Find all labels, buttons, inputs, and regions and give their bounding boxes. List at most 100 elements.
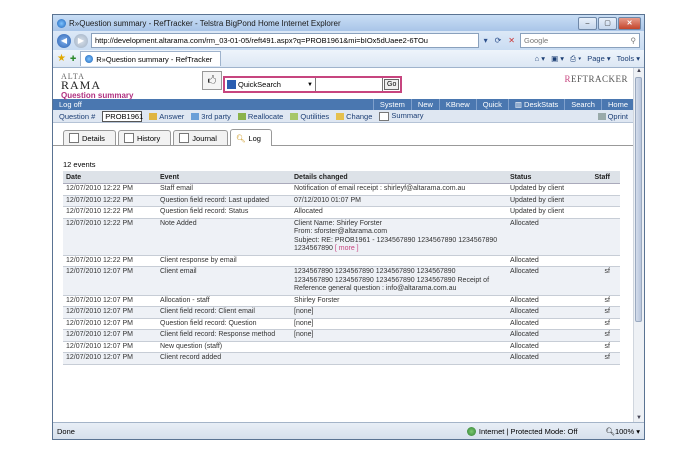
- cell-details: 07/12/2010 01:07 PM: [291, 195, 507, 207]
- security-zone[interactable]: Internet | Protected Mode: Off: [466, 426, 577, 436]
- cell-date: 12/07/2010 12:07 PM: [63, 352, 157, 365]
- nav-kbnew[interactable]: KBnew: [438, 99, 476, 110]
- reftracker-logo: REFTRACKER: [564, 74, 628, 84]
- table-row: 12/07/2010 12:07 PM Allocation - staff Shi…: [63, 295, 620, 307]
- page-menu[interactable]: Page ▾: [587, 54, 610, 64]
- cell-details: Client Name: Shirley Forster From: sfors…: [291, 218, 507, 256]
- col-staff[interactable]: Staff: [585, 171, 620, 184]
- cell-date: 12/07/2010 12:22 PM: [63, 183, 157, 196]
- cell-status: Updated by client: [507, 183, 585, 196]
- cell-staff: sf: [585, 306, 620, 319]
- zoom-control[interactable]: 🔍︎100% ▾: [605, 427, 640, 436]
- cell-staff: sf: [585, 329, 620, 342]
- col-details[interactable]: Details changed: [291, 171, 507, 184]
- nav-deskstats[interactable]: ▥ DeskStats: [507, 99, 564, 110]
- cell-details: [291, 255, 507, 267]
- stop-icon[interactable]: ✕: [506, 36, 517, 45]
- cell-details: Notification of email receipt : shirleyf…: [291, 183, 507, 196]
- close-button[interactable]: ✕: [618, 16, 641, 30]
- forward-button[interactable]: ▶: [74, 33, 88, 48]
- cell-staff: sf: [585, 352, 620, 365]
- page-title: Question summary: [61, 91, 134, 100]
- scroll-up-icon[interactable]: ▲: [634, 68, 644, 76]
- cell-staff: sf: [585, 318, 620, 330]
- cell-event: Client email: [157, 266, 291, 296]
- cell-details: Allocated: [291, 206, 507, 219]
- tab-history[interactable]: History: [117, 130, 172, 145]
- cell-date: 12/07/2010 12:07 PM: [63, 318, 157, 330]
- col-event[interactable]: Event: [157, 171, 291, 184]
- cell-staff: sf: [585, 341, 620, 353]
- cell-status: Allocated: [507, 318, 585, 330]
- answer-button[interactable]: Answer: [149, 112, 184, 121]
- dropdown-arrow-icon[interactable]: ▾: [482, 36, 490, 45]
- nav-search[interactable]: Search: [564, 99, 601, 110]
- more-link[interactable]: [ more ]: [335, 245, 359, 252]
- summary-button[interactable]: Summary: [379, 111, 424, 121]
- third-party-icon: [191, 113, 200, 121]
- deskstats-icon: ▥: [514, 100, 525, 109]
- back-button[interactable]: ◀: [57, 33, 71, 48]
- help-icon[interactable]: 🖒: [202, 71, 222, 90]
- col-date[interactable]: Date: [63, 171, 157, 184]
- logoff-link[interactable]: Log off: [59, 100, 373, 109]
- cell-event: Note Added: [157, 218, 291, 256]
- search-icon[interactable]: ⚲: [631, 36, 637, 45]
- cell-details: [none]: [291, 318, 507, 330]
- search-type-select[interactable]: QuickSearch ▼: [225, 78, 316, 91]
- url-field[interactable]: http://development.altarama.com/rm_03-01…: [91, 33, 479, 48]
- cell-staff: [585, 255, 620, 267]
- refresh-icon[interactable]: ⟳: [493, 36, 504, 45]
- col-status[interactable]: Status: [507, 171, 585, 184]
- cell-date: 12/07/2010 12:22 PM: [63, 206, 157, 219]
- quicksearch-group: QuickSearch ▼ Go: [223, 76, 403, 93]
- qutilities-button[interactable]: Qutilities: [290, 112, 329, 121]
- cell-event: Staff email: [157, 183, 291, 196]
- qprint-button[interactable]: Qprint: [597, 112, 628, 121]
- cell-status: Allocated: [507, 266, 585, 296]
- cell-staff: sf: [585, 295, 620, 307]
- scroll-thumb[interactable]: [635, 77, 642, 322]
- zoom-icon: 🔍︎: [605, 426, 615, 436]
- nav-home[interactable]: Home: [600, 99, 634, 110]
- change-button[interactable]: Change: [336, 112, 372, 121]
- nav-quick[interactable]: Quick: [475, 99, 508, 110]
- tab-journal[interactable]: Journal: [173, 130, 228, 145]
- third-party-button[interactable]: 3rd party: [191, 112, 231, 121]
- ie-logo-icon: [57, 18, 66, 28]
- log-table: Date Event Details changed Status Staff …: [63, 171, 620, 365]
- maximize-button[interactable]: ▢: [598, 16, 617, 30]
- cell-date: 12/07/2010 12:07 PM: [63, 341, 157, 353]
- tab-log[interactable]: 🔍︎ Log: [229, 129, 272, 146]
- browser-tab[interactable]: R»Question summary - RefTracker: [80, 51, 222, 66]
- table-row: 12/07/2010 12:07 PM Client field record: …: [63, 306, 620, 319]
- question-number-field[interactable]: PROB1961: [102, 110, 143, 122]
- cell-date: 12/07/2010 12:07 PM: [63, 329, 157, 342]
- cell-details: [291, 341, 507, 353]
- go-button[interactable]: Go: [384, 79, 400, 90]
- minimize-button[interactable]: –: [578, 16, 597, 30]
- print-icon[interactable]: ⎙ ▾: [570, 54, 581, 64]
- cell-staff: [585, 195, 620, 207]
- table-row: 12/07/2010 12:07 PM Client record added Al…: [63, 352, 620, 365]
- reallocate-button[interactable]: Reallocate: [237, 112, 283, 121]
- home-icon[interactable]: ⌂ ▾: [535, 54, 545, 64]
- printer-icon: [597, 113, 606, 121]
- tab-details[interactable]: Details: [63, 130, 116, 145]
- summary-icon: [379, 111, 390, 121]
- favorites-star-icon[interactable]: ★: [57, 53, 66, 64]
- tools-menu[interactable]: Tools ▾: [617, 54, 640, 64]
- vertical-scrollbar[interactable]: ▲ ▼: [633, 68, 644, 423]
- cell-date: 12/07/2010 12:22 PM: [63, 255, 157, 267]
- quicksearch-input[interactable]: [316, 78, 383, 91]
- feeds-icon[interactable]: ▣ ▾: [551, 54, 564, 64]
- nav-system[interactable]: System: [372, 99, 411, 110]
- cell-details: Shirley Forster: [291, 295, 507, 307]
- add-favorites-icon[interactable]: ✚: [70, 54, 76, 63]
- page-icon: [85, 55, 94, 63]
- page-content: ALTA RAMA Question summary 🖒 QuickSearch…: [53, 68, 634, 423]
- search-input[interactable]: Google ⚲: [520, 33, 640, 48]
- table-row: 12/07/2010 12:22 PM Staff email Notificati…: [63, 183, 620, 196]
- nav-new[interactable]: New: [410, 99, 439, 110]
- cell-staff: [585, 183, 620, 196]
